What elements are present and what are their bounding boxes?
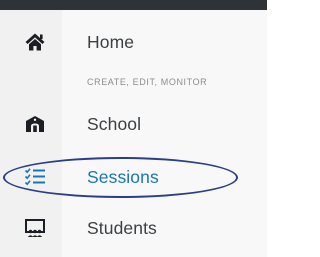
sidebar-item-sessions[interactable]: Sessions — [0, 157, 267, 197]
sidebar-item-school-label: School — [87, 113, 142, 134]
home-icon — [23, 30, 47, 54]
section-header: CREATE, EDIT, MONITOR — [87, 77, 208, 87]
sidebar-item-students[interactable]: Students — [0, 208, 267, 248]
presentation-board-icon — [23, 216, 47, 240]
sidebar-item-home[interactable]: Home — [0, 22, 267, 62]
sidebar-item-home-label: Home — [87, 31, 135, 52]
sidebar-item-sessions-label: Sessions — [87, 166, 159, 187]
school-building-icon — [23, 112, 47, 136]
checklist-icon — [23, 165, 47, 189]
sidebar-item-students-label: Students — [87, 217, 157, 238]
sidebar-item-school[interactable]: School — [0, 104, 267, 144]
top-bar — [0, 0, 267, 10]
